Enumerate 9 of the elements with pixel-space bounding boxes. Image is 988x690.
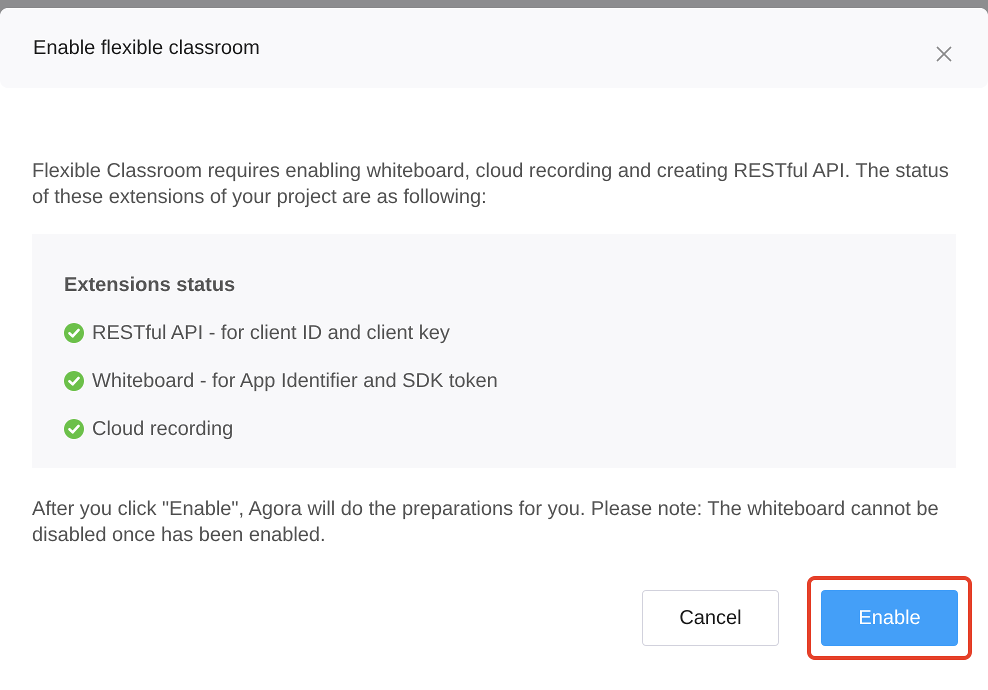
- extension-label: Cloud recording: [92, 417, 234, 442]
- note-text: After you click "Enable", Agora will do the preparations for you. Please note: The whiteboard cannot be disabled once has been enabled.: [32, 497, 940, 548]
- intro-text: Flexible Classroom requires enabling whiteboard, cloud recording and creating RESTful API. The status of these extensions of your project are as following:: [32, 159, 950, 210]
- dialog-title: Enable flexible classroom: [33, 37, 260, 60]
- panel-heading: Extensions status: [64, 273, 236, 298]
- cancel-button[interactable]: Cancel: [642, 590, 779, 646]
- extension-label: RESTful API - for client ID and client key: [92, 321, 450, 346]
- close-icon[interactable]: [935, 45, 953, 63]
- extension-label: Whiteboard - for App Identifier and SDK token: [92, 369, 498, 394]
